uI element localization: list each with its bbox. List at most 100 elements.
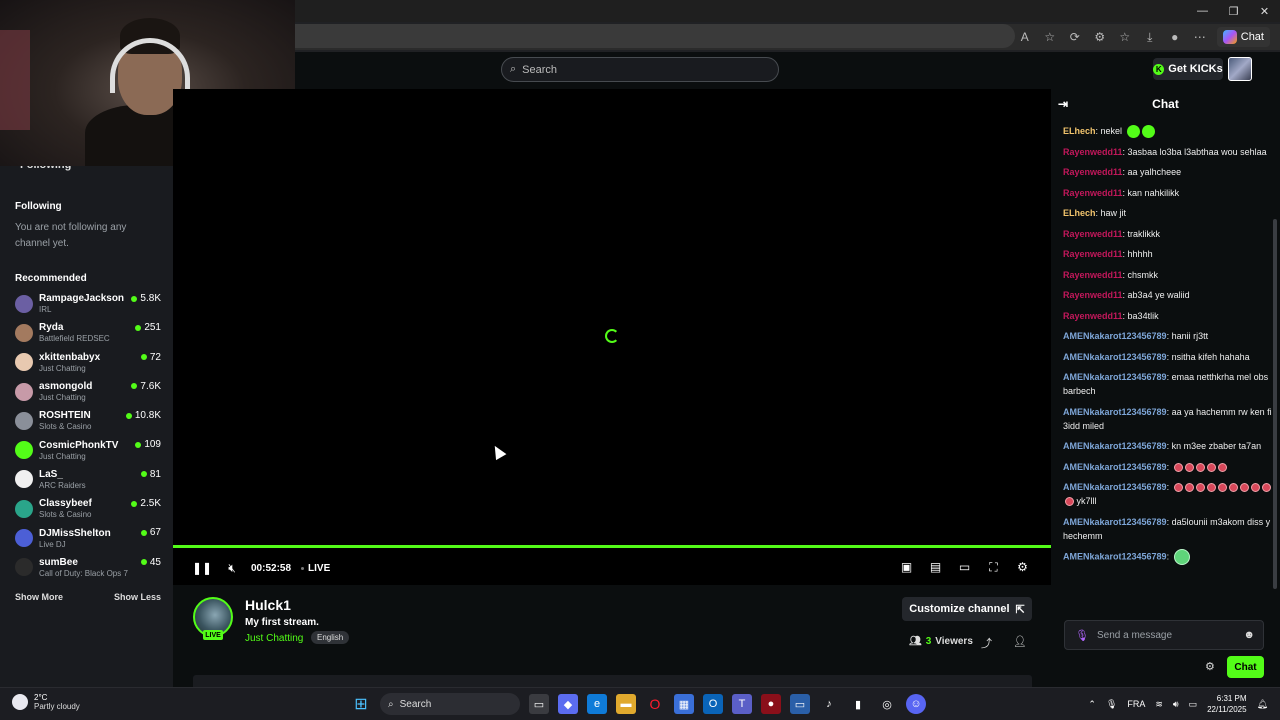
chat-username[interactable]: Rayenwedd11 (1063, 229, 1123, 239)
tiktok-icon[interactable]: ♪ (819, 694, 839, 714)
audio-app-icon[interactable]: ▮ (848, 694, 868, 714)
recommended-channel[interactable]: ROSHTEIN Slots & Casino 10.8K (0, 406, 173, 435)
progress-bar[interactable] (173, 545, 1051, 548)
microphone-icon[interactable]: 🎙︎ (1075, 629, 1089, 642)
channel-name[interactable]: Hulck1 (245, 597, 291, 613)
recorder-icon[interactable]: ● (761, 694, 781, 714)
chat-username[interactable]: AMENkakarot123456789 (1063, 352, 1167, 362)
send-chat-button[interactable]: Chat (1227, 656, 1264, 678)
maximize-icon[interactable]: ❐ (1218, 0, 1249, 22)
edge-chat-button[interactable]: Chat (1216, 27, 1270, 47)
recommended-channel[interactable]: Ryda Battlefield REDSEC 251 (0, 318, 173, 347)
emote-icon[interactable] (1184, 483, 1194, 493)
microphone-tray-icon[interactable]: 🎙︎ (1106, 699, 1117, 710)
chat-username[interactable]: Rayenwedd11 (1063, 290, 1123, 300)
download-icon[interactable]: ⤓ (1142, 30, 1158, 45)
emote-icon[interactable] (1239, 483, 1249, 493)
weather-widget[interactable]: 2°C Partly cloudy (12, 693, 80, 711)
show-less-button[interactable]: Show Less (114, 592, 161, 602)
chat-settings-icon[interactable]: ⚙ (1205, 660, 1215, 673)
chat-username[interactable]: ELhech (1063, 208, 1096, 218)
customize-channel-button[interactable]: Customize channel ⇱ (902, 597, 1032, 621)
recommended-channel[interactable]: DJMissShelton Live DJ 67 (0, 523, 173, 552)
recommended-channel[interactable]: RampageJackson IRL 5.8K (0, 289, 173, 318)
chat-username[interactable]: AMENkakarot123456789 (1063, 441, 1167, 451)
edge-browser-icon[interactable]: e (587, 694, 607, 714)
wifi-icon[interactable]: ≋ (1155, 699, 1163, 710)
recommended-channel[interactable]: sumBee Call of Duty: Black Ops 7 45 (0, 553, 173, 582)
recommended-channel[interactable]: asmongold Just Chatting 7.6K (0, 377, 173, 406)
recommended-channel[interactable]: CosmicPhonkTV Just Chatting 109 (0, 435, 173, 464)
chevron-up-icon[interactable]: ⌃ (1088, 699, 1096, 710)
discord-icon[interactable]: ☺ (906, 694, 926, 714)
recommended-channel[interactable]: Classybeef Slots & Casino 2.5K (0, 494, 173, 523)
chat-username[interactable]: Rayenwedd11 (1063, 249, 1123, 259)
close-icon[interactable]: ✕ (1249, 0, 1280, 22)
emote-icon[interactable] (1173, 483, 1183, 493)
file-explorer-icon[interactable]: ▬ (616, 694, 636, 714)
notifications-icon[interactable]: 🔔︎ (1257, 699, 1268, 710)
chat-username[interactable]: Rayenwedd11 (1063, 167, 1123, 177)
taskbar-search[interactable]: ⌕ Search (380, 693, 520, 715)
copilot-app-icon[interactable]: ◆ (558, 694, 578, 714)
share-icon[interactable]: ⤴ (981, 635, 992, 651)
url-field[interactable] (295, 24, 1015, 48)
more-icon[interactable]: ⋯ (1192, 30, 1208, 44)
chat-username[interactable]: AMENkakarot123456789 (1063, 407, 1167, 417)
task-view-icon[interactable]: ▭ (529, 694, 549, 714)
chat-message-input[interactable]: 🎙︎ Send a message ☻ (1064, 620, 1264, 650)
tracking-icon[interactable]: ⚙ (1092, 30, 1108, 44)
store-icon[interactable]: ▦ (674, 694, 694, 714)
collapse-chat-icon[interactable]: ⇥ (1058, 97, 1068, 111)
clock[interactable]: 6:31 PM 22/11/2025 (1207, 693, 1246, 715)
theater-icon[interactable]: ▤ (927, 558, 944, 576)
chrome-icon[interactable]: ◎ (877, 694, 897, 714)
emote-icon[interactable] (1141, 125, 1155, 139)
fullscreen-icon[interactable]: ⛶ (985, 558, 1002, 576)
collections-icon[interactable]: ☆ (1117, 30, 1133, 44)
read-aloud-icon[interactable]: A (1017, 30, 1033, 44)
emote-icon[interactable] (1261, 483, 1271, 493)
follow-user-icon[interactable]: 👤︎ (1013, 635, 1027, 648)
emote-icon[interactable] (1206, 462, 1216, 472)
chat-username[interactable]: AMENkakarot123456789 (1063, 517, 1167, 527)
app-window-icon[interactable]: ▭ (790, 694, 810, 714)
volume-icon[interactable]: 🔊︎ (1173, 699, 1179, 710)
get-kicks-button[interactable]: K Get KICKs (1153, 58, 1223, 80)
emote-icon[interactable] (1217, 483, 1227, 493)
video-player[interactable]: ❚❚ 🔇︎ 00:52:58 LIVE ▣ ▤ ▭ ⛶ ⚙ (173, 89, 1051, 585)
chat-username[interactable]: ELhech (1063, 126, 1096, 136)
chat-username[interactable]: Rayenwedd11 (1063, 147, 1123, 157)
profile-icon[interactable]: ● (1167, 30, 1183, 44)
chat-username[interactable]: AMENkakarot123456789 (1063, 482, 1167, 492)
language-indicator[interactable]: FRA (1127, 699, 1145, 709)
outlook-icon[interactable]: O (703, 694, 723, 714)
recommended-channel[interactable]: xkittenbabyx Just Chatting 72 (0, 348, 173, 377)
show-more-button[interactable]: Show More (15, 592, 63, 602)
emote-icon[interactable] (1217, 462, 1227, 472)
minimize-icon[interactable]: — (1187, 0, 1218, 22)
battery-icon[interactable]: ▭ (1189, 699, 1198, 710)
chat-username[interactable]: AMENkakarot123456789 (1063, 331, 1167, 341)
extensions-icon[interactable]: ⟳ (1067, 30, 1083, 44)
user-avatar[interactable] (1228, 57, 1252, 81)
emote-icon[interactable] (1206, 483, 1216, 493)
emote-icon[interactable] (1065, 497, 1074, 507)
language-tag[interactable]: English (311, 631, 350, 644)
pause-icon[interactable]: ❚❚ (192, 558, 212, 578)
search-input[interactable]: ⌕ Search (501, 57, 779, 82)
settings-gear-icon[interactable]: ⚙ (1014, 558, 1031, 576)
chat-username[interactable]: AMENkakarot123456789 (1063, 552, 1167, 562)
miniplayer-icon[interactable]: ▣ (898, 558, 915, 576)
emote-icon[interactable] (1126, 125, 1140, 139)
windows-start-icon[interactable]: ⊞ (351, 694, 371, 714)
stream-category[interactable]: Just Chatting (245, 633, 303, 644)
recommended-channel[interactable]: LaS_ ARC Raiders 81 (0, 465, 173, 494)
favorite-star-icon[interactable]: ☆ (1042, 30, 1058, 44)
emote-icon[interactable] (1173, 549, 1190, 566)
emote-icon[interactable] (1250, 483, 1260, 493)
pip-icon[interactable]: ▭ (956, 558, 973, 576)
chat-scrollbar[interactable] (1273, 219, 1277, 589)
mute-icon[interactable]: 🔇︎ (225, 558, 239, 578)
emote-icon[interactable] (1184, 462, 1194, 472)
